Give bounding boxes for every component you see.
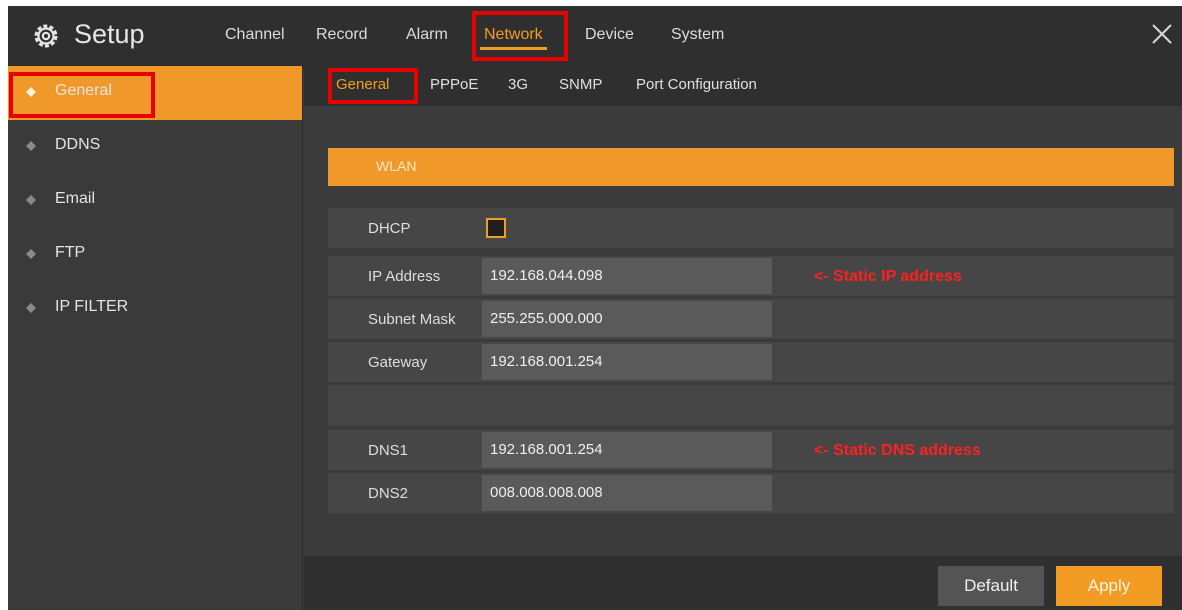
highlight-box-network <box>472 11 568 61</box>
ip-address-row: IP Address <- Static IP address <box>328 256 1174 296</box>
sidebar-item-ip-filter[interactable]: IP FILTER <box>8 282 302 336</box>
dns1-row: DNS1 <- Static DNS address <box>328 430 1174 470</box>
static-ip-annotation: <- Static IP address <box>814 268 962 285</box>
diamond-bullet-icon <box>26 249 36 259</box>
subtab-3g[interactable]: 3G <box>508 76 528 93</box>
dhcp-label: DHCP <box>368 220 411 237</box>
sidebar-item-label: IP FILTER <box>55 298 129 315</box>
dns1-field[interactable] <box>482 432 772 468</box>
gateway-row: Gateway <box>328 342 1174 382</box>
subtab-port-configuration[interactable]: Port Configuration <box>636 76 757 93</box>
dhcp-row: DHCP <box>328 208 1174 248</box>
highlight-box-general-sidebar <box>9 72 155 118</box>
diamond-bullet-icon <box>26 303 36 313</box>
sidebar-item-label: DDNS <box>55 136 101 153</box>
sub-tab-bar: General PPPoE 3G SNMP Port Configuration <box>304 66 1182 106</box>
nav-tab-alarm[interactable]: Alarm <box>406 26 448 44</box>
top-bar: Setup Channel Record Alarm Network Devic… <box>8 6 1182 67</box>
dns2-label: DNS2 <box>368 485 409 502</box>
spacer-row <box>328 385 1174 425</box>
subtab-snmp[interactable]: SNMP <box>559 76 602 93</box>
diamond-bullet-icon <box>26 195 36 205</box>
sidebar-item-label: Email <box>55 190 96 207</box>
dns2-row: DNS2 <box>328 473 1174 513</box>
subtab-pppoe[interactable]: PPPoE <box>430 76 478 93</box>
gateway-field[interactable] <box>482 344 772 380</box>
sidebar: General DDNS Email FTP IP FILTER <box>8 66 303 610</box>
sidebar-item-email[interactable]: Email <box>8 174 302 228</box>
subnet-mask-field[interactable] <box>482 301 772 337</box>
footer-bar: Default Apply <box>304 556 1182 610</box>
gear-icon <box>34 24 58 48</box>
nav-tab-device[interactable]: Device <box>585 26 634 44</box>
nav-tab-record[interactable]: Record <box>316 26 368 44</box>
gateway-label: Gateway <box>368 354 428 371</box>
nav-tab-system[interactable]: System <box>671 26 724 44</box>
close-icon[interactable] <box>1148 20 1176 48</box>
ip-address-field[interactable] <box>482 258 772 294</box>
sidebar-item-label: FTP <box>55 244 86 261</box>
ip-address-label: IP Address <box>368 268 441 285</box>
section-header-wlan: WLAN <box>328 148 1174 186</box>
setup-window: Setup Channel Record Alarm Network Devic… <box>8 6 1182 610</box>
sidebar-item-ddns[interactable]: DDNS <box>8 120 302 174</box>
section-title: WLAN <box>376 158 417 174</box>
diamond-bullet-icon <box>26 141 36 151</box>
subnet-mask-label: Subnet Mask <box>368 311 456 328</box>
app-title: Setup <box>74 19 145 49</box>
highlight-box-general-subtab <box>328 68 418 104</box>
apply-button[interactable]: Apply <box>1056 566 1162 606</box>
network-general-panel: WLAN DHCP IP Address <- Static IP addres… <box>304 106 1182 556</box>
subnet-mask-row: Subnet Mask <box>328 299 1174 339</box>
dns1-label: DNS1 <box>368 442 409 459</box>
sidebar-item-ftp[interactable]: FTP <box>8 228 302 282</box>
default-button[interactable]: Default <box>938 566 1044 606</box>
nav-tab-channel[interactable]: Channel <box>225 26 285 44</box>
dhcp-checkbox[interactable] <box>486 218 506 238</box>
dns2-field[interactable] <box>482 475 772 511</box>
static-dns-annotation: <- Static DNS address <box>814 442 981 459</box>
